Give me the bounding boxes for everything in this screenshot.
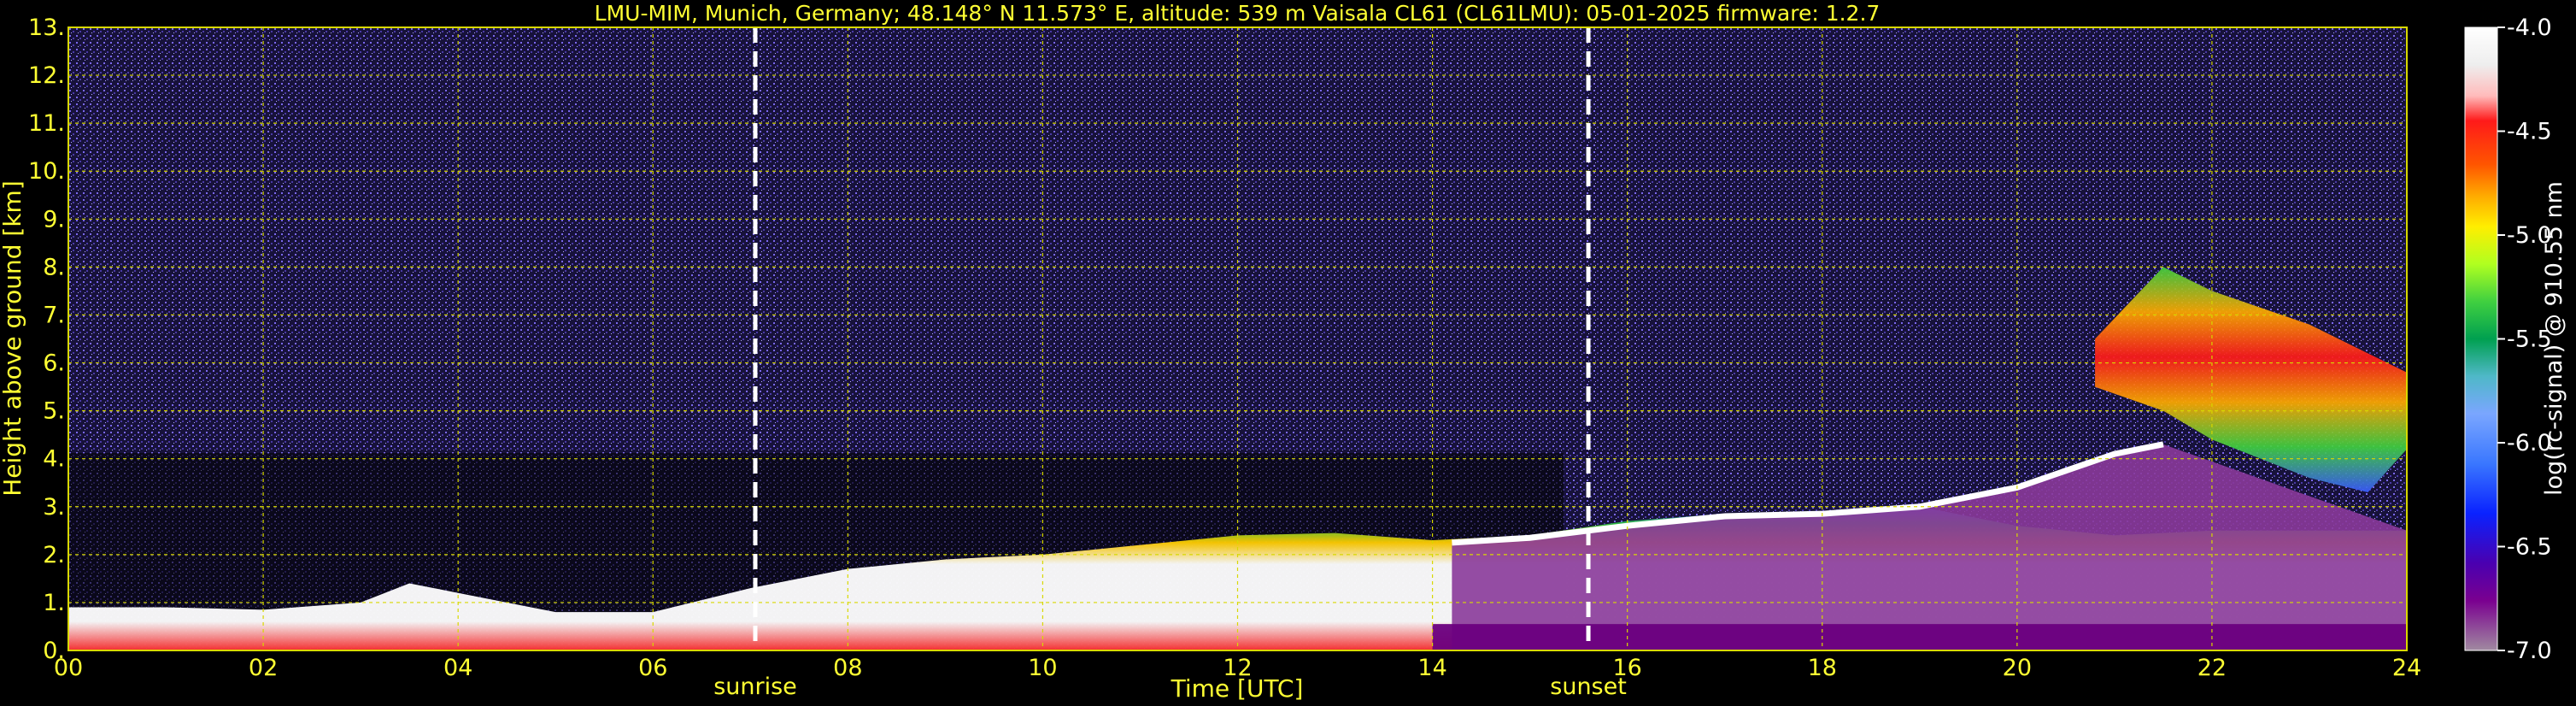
x-tick-label: 22 [2198, 655, 2227, 681]
colorbar-tick-label: -4.5 [2507, 119, 2552, 145]
y-tick-label: 9. [43, 206, 65, 232]
x-tick-label: 06 [638, 655, 667, 681]
colorbar-tick-label: -4.0 [2507, 15, 2552, 41]
x-tick-label: 00 [54, 655, 83, 681]
y-tick-label: 8. [43, 254, 65, 280]
x-axis-label: Time [UTC] [1171, 674, 1304, 703]
y-tick-label: 13. [28, 15, 65, 41]
ceilometer-chart: sunrise sunset 0.1.2.3.4.5.6.7.8.9.10.11.… [0, 1, 2567, 703]
y-tick-label: 11. [28, 110, 65, 137]
x-tick-label: 24 [2392, 655, 2421, 681]
chart-title: LMU-MIM, Munich, Germany; 48.148° N 11.5… [595, 1, 1881, 26]
y-tick-label: 10. [28, 158, 65, 185]
x-tick-label: 16 [1612, 655, 1641, 681]
x-tick-label: 18 [1808, 655, 1837, 681]
y-tick-label: 2. [43, 542, 65, 568]
colorbar-tick-label: -7.0 [2507, 638, 2552, 664]
colorbar [2464, 26, 2498, 651]
y-tick-labels: 0.1.2.3.4.5.6.7.8.9.10.11.12.13. [28, 15, 65, 664]
x-tick-label: 10 [1028, 655, 1057, 681]
y-axis-label: Height above ground [km] [0, 180, 26, 497]
colorbar-tick-label: -6.5 [2507, 534, 2552, 561]
y-tick-label: 5. [43, 398, 65, 425]
x-tick-label: 14 [1417, 655, 1446, 681]
x-tick-label: 20 [2003, 655, 2032, 681]
colorbar-label: log(rc-signal) @ 910.55 nm [2541, 181, 2567, 496]
x-tick-label: 04 [443, 655, 472, 681]
y-tick-label: 4. [43, 446, 65, 473]
y-tick-label: 7. [43, 302, 65, 328]
y-tick-label: 3. [43, 494, 65, 521]
x-tick-label: 02 [249, 655, 278, 681]
near-ground-layer-signal [1432, 624, 2407, 650]
x-tick-label: 08 [833, 655, 862, 681]
y-tick-label: 6. [43, 350, 65, 377]
y-tick-label: 12. [28, 62, 65, 89]
marker-label-sunrise: sunrise [713, 674, 797, 700]
y-tick-label: 1. [43, 590, 65, 616]
